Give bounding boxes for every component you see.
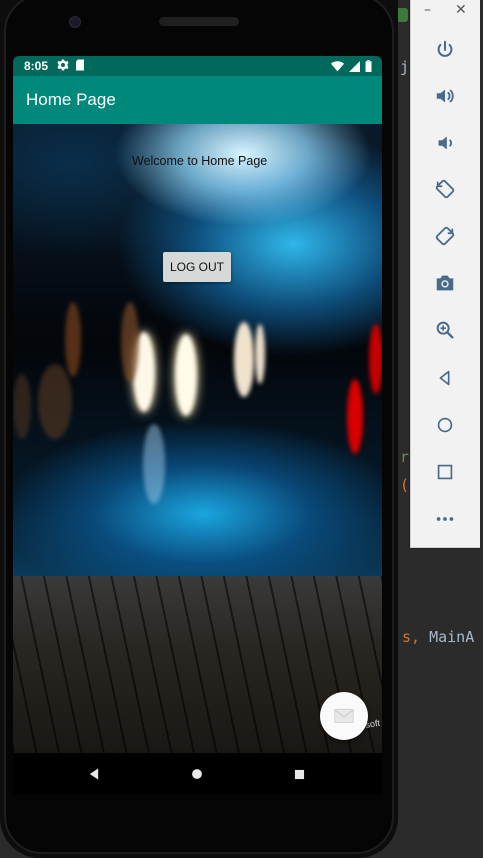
signal-icon bbox=[349, 60, 360, 72]
ide-code-class-name: MainA bbox=[429, 628, 475, 646]
home-button[interactable] bbox=[431, 411, 459, 439]
bokeh-light bbox=[143, 424, 165, 504]
rotate-left-button[interactable] bbox=[431, 175, 459, 203]
bokeh-light bbox=[369, 324, 382, 394]
overview-icon bbox=[437, 464, 453, 480]
power-icon bbox=[437, 40, 453, 57]
settings-gear-icon bbox=[57, 59, 69, 71]
rotate-right-icon bbox=[435, 226, 455, 246]
volume-down-button[interactable] bbox=[431, 129, 459, 157]
welcome-text: Welcome to Home Page bbox=[132, 154, 268, 168]
rotate-right-button[interactable] bbox=[431, 222, 459, 250]
volume-down-icon bbox=[438, 136, 452, 150]
overview-button[interactable] bbox=[431, 458, 459, 486]
nav-home-icon bbox=[192, 769, 202, 779]
back-button[interactable] bbox=[431, 364, 459, 392]
volume-up-button[interactable] bbox=[431, 82, 459, 110]
wifi-icon bbox=[331, 60, 344, 71]
logout-button[interactable]: LOG OUT bbox=[163, 252, 231, 282]
phone-frame: 8:05 Home Page Welcome to Home Page LOG … bbox=[0, 0, 398, 858]
emulator-toolbar: – ✕ bbox=[410, 0, 480, 548]
ide-code-char-r: r bbox=[400, 448, 410, 466]
status-bar: 8:05 bbox=[13, 56, 382, 76]
app-toolbar: Home Page bbox=[13, 76, 382, 124]
more-button[interactable] bbox=[431, 505, 459, 533]
bokeh-light bbox=[121, 302, 139, 382]
ide-code-char-j: j bbox=[400, 58, 410, 76]
home-content: Welcome to Home Page LOG OUT Starsoft bbox=[13, 124, 382, 753]
bokeh-light bbox=[65, 302, 81, 377]
screenshot-button[interactable] bbox=[431, 269, 459, 297]
nav-overview-icon bbox=[294, 769, 304, 779]
front-camera-icon bbox=[69, 16, 81, 28]
bokeh-light bbox=[255, 324, 265, 384]
email-fab[interactable] bbox=[320, 692, 368, 740]
power-button[interactable] bbox=[431, 36, 459, 64]
status-time: 8:05 bbox=[24, 59, 49, 73]
minimize-button[interactable]: – bbox=[424, 2, 431, 18]
nav-overview-button[interactable] bbox=[290, 765, 308, 783]
ide-code-char-paren: ( bbox=[400, 476, 410, 494]
nav-home-button[interactable] bbox=[188, 765, 206, 783]
battery-icon bbox=[365, 60, 372, 72]
bokeh-light bbox=[13, 374, 31, 439]
nav-back-icon bbox=[89, 768, 99, 780]
more-icon bbox=[436, 517, 454, 521]
toolbar-titlebar: – ✕ bbox=[411, 0, 480, 22]
zoom-icon bbox=[436, 321, 454, 339]
bokeh-light bbox=[234, 322, 254, 397]
bokeh-light bbox=[347, 379, 363, 454]
nav-back-button[interactable] bbox=[85, 765, 103, 783]
email-icon bbox=[334, 708, 354, 724]
camera-icon bbox=[436, 275, 454, 291]
rotate-left-icon bbox=[435, 179, 455, 199]
navigation-bar bbox=[13, 753, 382, 795]
home-icon bbox=[437, 417, 453, 433]
earpiece-speaker bbox=[159, 17, 239, 26]
app-title: Home Page bbox=[26, 90, 116, 109]
zoom-button[interactable] bbox=[431, 316, 459, 344]
back-icon bbox=[439, 370, 450, 386]
sd-card-icon bbox=[76, 59, 84, 71]
volume-up-icon bbox=[436, 89, 454, 103]
close-button[interactable]: ✕ bbox=[455, 2, 467, 18]
ide-code-fragment: s, MainA bbox=[402, 628, 475, 646]
bokeh-light bbox=[175, 334, 197, 416]
bokeh-light bbox=[38, 364, 72, 439]
device-screen: 8:05 Home Page Welcome to Home Page LOG … bbox=[13, 56, 382, 753]
